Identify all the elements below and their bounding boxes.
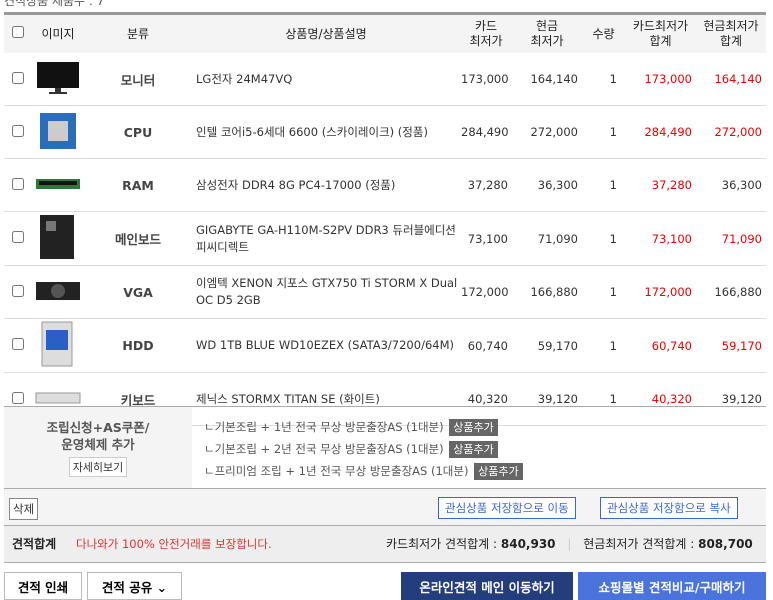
cash-price: 164,140: [512, 53, 582, 106]
row-checkbox[interactable]: [12, 71, 24, 84]
product-name[interactable]: WD 1TB BLUE WD10EZEX (SATA3/7200/64M): [192, 318, 460, 373]
cash-total: 36,300: [696, 158, 766, 212]
quantity: 1: [582, 318, 625, 373]
row-checkbox[interactable]: [12, 231, 24, 243]
product-name[interactable]: 이엠텍 XENON 지포스 GTX750 Ti STORM X Dual OC …: [192, 265, 460, 319]
cash-total: 71,090: [696, 211, 766, 266]
cash-price: 166,880: [512, 265, 582, 319]
quantity: 1: [582, 158, 625, 212]
safe-notice: 다나와가 100% 안전거래를 보장합니다.: [76, 537, 272, 551]
category: RAM: [84, 158, 192, 212]
cash-total-label: 현금최저가 견적합계 :: [583, 537, 695, 551]
cash-price: 59,170: [512, 318, 582, 373]
card-price: 172,000: [460, 265, 512, 319]
product-image[interactable]: [38, 320, 78, 371]
card-total: 172,000: [625, 265, 696, 319]
cash-total: 272,000: [696, 105, 766, 159]
delete-button[interactable]: 삭제: [9, 498, 39, 520]
total-label: 견적합계: [12, 537, 57, 551]
product-image[interactable]: [36, 109, 80, 156]
compare-buy-button[interactable]: 쇼핑몰별 견적비교/구매하기: [578, 572, 766, 600]
card-price: 37,280: [460, 158, 512, 212]
quantity: 1: [582, 211, 625, 266]
chevron-down-icon: ⌄: [156, 579, 168, 595]
row-checkbox[interactable]: [12, 177, 24, 190]
header-category: 분류: [126, 26, 150, 41]
row-checkbox[interactable]: [12, 284, 24, 297]
card-total: 73,100: [625, 211, 696, 266]
row-checkbox[interactable]: [12, 338, 24, 350]
row-checkbox[interactable]: [12, 124, 24, 137]
product-image[interactable]: [36, 213, 80, 264]
category: 메인보드: [84, 211, 192, 266]
add-product-button[interactable]: 상품추가: [449, 419, 498, 436]
header-cash-total: 현금최저가 합계: [703, 19, 759, 48]
assembly-section: 조립신청+AS쿠폰/ 운영체제 추가 자세히보기 ㄴ기본조립 + 1년 전국 무…: [4, 406, 766, 489]
product-name[interactable]: 인텔 코어i5-6세대 6600 (스카이레이크) (정품): [192, 105, 460, 159]
copy-to-wishlist-button[interactable]: 관심상품 저장함으로 복사: [600, 497, 738, 519]
table-row: VGA 이엠텍 XENON 지포스 GTX750 Ti STORM X Dual…: [4, 265, 766, 319]
estimate-table: 이미지 분류 상품명/상품설명 카드 최저가 현금 최저가 수량 카드최저가 합…: [4, 12, 766, 426]
print-button[interactable]: 견적 인쇄: [4, 572, 82, 600]
card-total: 284,490: [625, 105, 696, 159]
card-price: 73,100: [460, 211, 512, 266]
assembly-option: ㄴ기본조립 + 1년 전국 무상 방문출장AS (1대분) 상품추가: [204, 417, 523, 439]
row-checkbox[interactable]: [12, 391, 24, 404]
card-total: 173,000: [625, 53, 696, 106]
product-name[interactable]: GIGABYTE GA-H110M-S2PV DDR3 듀러블에디션 피씨디렉트: [192, 211, 460, 266]
assembly-option: ㄴ프리미엄 조립 + 1년 전국 무상 방문출장AS (1대분) 상품추가: [204, 461, 523, 483]
add-product-button[interactable]: 상품추가: [449, 441, 498, 458]
card-price: 60,740: [460, 318, 512, 373]
share-button[interactable]: 견적 공유 ⌄: [87, 572, 182, 600]
category: 모니터: [84, 53, 192, 106]
card-total: 60,740: [625, 318, 696, 373]
cash-price: 36,300: [512, 158, 582, 212]
quantity: 1: [582, 265, 625, 319]
cash-total-value: 808,700: [698, 537, 753, 551]
detail-button[interactable]: 자세히보기: [68, 457, 128, 477]
card-total-label: 카드최저가 견적합계 :: [386, 537, 498, 551]
assembly-option: ㄴ기본조립 + 2년 전국 무상 방문출장AS (1대분) 상품추가: [204, 439, 523, 461]
select-all-checkbox[interactable]: [12, 26, 24, 38]
product-name[interactable]: 삼성전자 DDR4 8G PC4-17000 (정품): [192, 158, 460, 212]
cash-total: 164,140: [696, 53, 766, 106]
table-row: RAM 삼성전자 DDR4 8G PC4-17000 (정품) 37,280 3…: [4, 158, 766, 212]
move-to-wishlist-button[interactable]: 관심상품 저장함으로 이동: [438, 497, 576, 519]
assembly-title: 조립신청+AS쿠폰/ 운영체제 추가: [46, 420, 150, 452]
category: CPU: [84, 105, 192, 159]
table-row: 메인보드 GIGABYTE GA-H110M-S2PV DDR3 듀러블에디션 …: [4, 211, 766, 266]
quantity: 1: [582, 105, 625, 159]
header-image: 이미지: [41, 26, 75, 41]
category: VGA: [84, 265, 192, 319]
card-total-value: 840,930: [500, 537, 556, 551]
online-estimate-main-button[interactable]: 온라인견적 메인 이동하기: [401, 572, 573, 600]
table-header: 이미지 분류 상품명/상품설명 카드 최저가 현금 최저가 수량 카드최저가 합…: [4, 13, 766, 53]
add-product-button[interactable]: 상품추가: [474, 463, 523, 480]
cash-price: 272,000: [512, 105, 582, 159]
cash-total: 166,880: [696, 265, 766, 319]
cash-total: 59,170: [696, 318, 766, 373]
quantity: 1: [582, 53, 625, 106]
product-image[interactable]: [35, 58, 81, 101]
header-card: 카드 최저가: [469, 19, 503, 48]
header-card-total: 카드최저가 합계: [632, 19, 689, 48]
action-bar: 삭제 관심상품 저장함으로 이동 관심상품 저장함으로 복사: [4, 488, 766, 525]
header-qty: 수량: [592, 26, 615, 41]
card-total: 37,280: [625, 158, 696, 212]
product-name[interactable]: LG전자 24M47VQ: [192, 53, 460, 106]
header-cash: 현금 최저가: [530, 19, 564, 48]
category: HDD: [84, 318, 192, 373]
table-row: 모니터 LG전자 24M47VQ 173,000 164,140 1 173,0…: [4, 53, 766, 106]
product-image[interactable]: [35, 176, 81, 195]
product-image[interactable]: [34, 276, 82, 309]
total-bar: 견적합계 다나와가 100% 안전거래를 보장합니다. 카드최저가 견적합계 :…: [4, 525, 766, 563]
table-row: CPU 인텔 코어i5-6세대 6600 (스카이레이크) (정품) 284,4…: [4, 105, 766, 159]
cash-price: 71,090: [512, 211, 582, 266]
card-price: 284,490: [460, 105, 512, 159]
summary-label: 견적상품 제품수 : 7: [4, 0, 105, 8]
header-name: 상품명/상품설명: [285, 26, 367, 41]
table-row: HDD WD 1TB BLUE WD10EZEX (SATA3/7200/64M…: [4, 318, 766, 373]
card-price: 173,000: [460, 53, 512, 106]
